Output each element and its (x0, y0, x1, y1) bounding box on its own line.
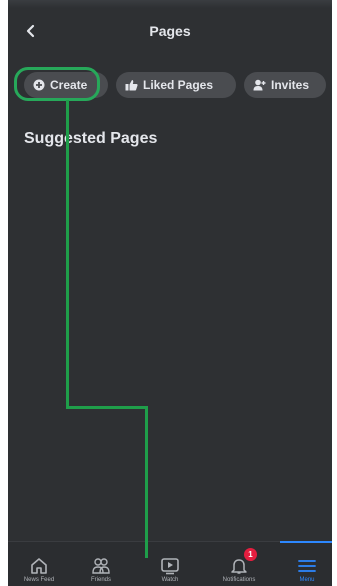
watch-icon (161, 558, 179, 575)
tab-menu-label: Menu (299, 577, 315, 583)
header: Pages (8, 14, 332, 50)
page-title: Pages (149, 23, 191, 39)
invites-label: Invites (271, 78, 310, 92)
tab-news-feed[interactable]: News Feed (8, 542, 70, 586)
tab-notifications[interactable]: 1 Notifications (208, 542, 270, 586)
notification-badge: 1 (244, 548, 257, 561)
person-add-icon (253, 79, 266, 91)
bottom-tab-bar: News Feed Friends Watch 1 Notifications … (8, 541, 332, 586)
create-button[interactable]: Create (24, 72, 108, 98)
menu-icon (298, 560, 316, 572)
home-icon (31, 558, 47, 574)
tab-watch[interactable]: Watch (139, 542, 201, 586)
section-title: Suggested Pages (24, 130, 158, 147)
plus-circle-icon (33, 79, 45, 91)
tab-friends-label: Friends (90, 577, 111, 583)
status-bar (8, 0, 332, 8)
thumbs-up-icon (125, 80, 138, 91)
tab-notifications-label: Notifications (222, 577, 256, 583)
liked-pages-label: Liked Pages (143, 78, 214, 92)
friends-icon (92, 558, 110, 574)
tab-menu[interactable]: Menu (276, 541, 332, 586)
tab-watch-label: Watch (161, 577, 179, 583)
filter-chips: Create Liked Pages Invites (20, 72, 332, 102)
tab-news-feed-label: News Feed (23, 577, 55, 583)
invites-button[interactable]: Invites (244, 72, 326, 98)
liked-pages-button[interactable]: Liked Pages (116, 72, 236, 98)
create-label: Create (50, 78, 88, 92)
app-screen: Pages Create Liked Pages Invites Suggest… (8, 0, 332, 586)
tab-friends[interactable]: Friends (70, 542, 132, 586)
